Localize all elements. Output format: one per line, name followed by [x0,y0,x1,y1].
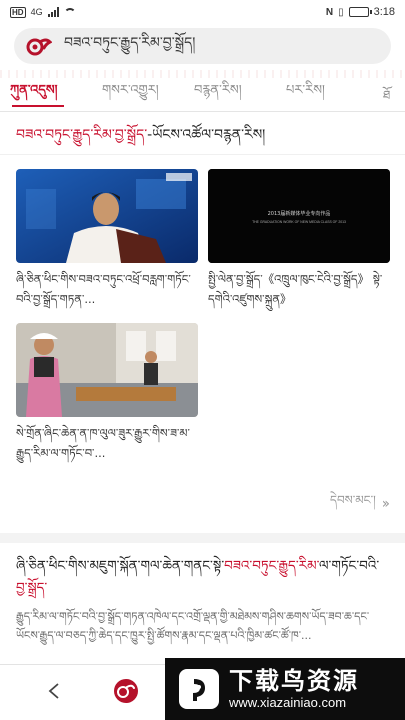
section-divider [0,533,405,543]
video-caption: སྤྱི་ལེན་བྱ་སྒྲོད་《འཁྲུལ་ཁུང་ངེའི་བྱ་སྒྲ… [208,269,390,313]
tabs-more-button[interactable]: ཐོ [383,82,401,116]
watermark-logo-icon [179,669,219,709]
video-card[interactable]: 2013届新媒体毕业专向作品 THE GRADUATION WORK OF NE… [208,169,390,313]
status-bar: HD 4G N ▯ 3:18 [0,0,405,24]
wifi-icon [63,7,76,17]
tab-label: པར་རིས། [286,82,325,98]
watermark-banner: 下载鸟资源 www.xiazainiao.com [165,658,405,720]
section-title: བཟའ་བཏུང་རྒྱུད་རིམ་བྱ་སྒྲོད་-ཡོངས་འཚོལ་བ… [0,112,405,155]
section-title-rest: -ཡོངས་འཚོལ་བརྙན་རིས། [147,127,266,143]
search-bar[interactable]: བཟའ་བཏུང་རྒྱུད་རིམ་བྱ་སྒྲོད། [14,28,391,64]
video-thumbnail[interactable] [16,323,198,417]
app-logo-icon[interactable] [26,36,52,56]
watermark-url: www.xiazainiao.com [229,695,347,710]
video-thumbnail[interactable] [16,169,198,263]
tab-photos[interactable]: པར་རིས། [286,75,378,111]
battery-icon [348,7,372,17]
app-screen: HD 4G N ▯ 3:18 བཟའ་བཏུང་རྒྱུད་རིམ་བྱ་སྒྲ… [0,0,405,720]
app-logo-icon [113,678,139,708]
watermark-texts: 下载鸟资源 www.xiazainiao.com [229,667,359,711]
hd-badge: HD [10,6,26,18]
article-title[interactable]: ཞི་ཅིན་ཕིང་གིས་མཇུག་སྐོན་གལ་ཆེན་གནང་སྟེ་… [0,543,405,605]
more-link[interactable]: དེབས་མང་། ›› [0,467,405,533]
video-card[interactable]: སེ་གྲོན་ཞིང་ཆེན་ན་ཁ་ལུལ་ཟུར་རྒྱུར་གིས་ཟ་… [16,323,198,467]
status-right: N ▯ 3:18 [326,6,395,18]
search-bar-wrap: བཟའ་བཏུང་རྒྱུད་རིམ་བྱ་སྒྲོད། [0,24,405,70]
thumbnail-overlay-line1: 2013届新媒体毕业专向作品 [268,210,331,217]
section-title-highlight: བཟའ་བཏུང་རྒྱུད་རིམ་བྱ་སྒྲོད་ [16,127,148,143]
video-caption: ཞི་ཅིན་ཕིང་གིས་བཟའ་བཏུང་འཕྲོ་བརླག་གཏོང་བ… [16,272,191,306]
video-card[interactable]: ཞི་ཅིན་ཕིང་གིས་བཟའ་བཏུང་འཕྲོ་བརླག་གཏོང་བ… [16,169,198,313]
clock: 3:18 [373,6,395,18]
tab-label: བརྙན་རིས། [194,82,242,98]
caption-text: སྤྱི་ལེན་བྱ་སྒྲོད་《འཁྲུལ་ཁུང་ངེའི་བྱ་སྒྲ… [208,272,383,306]
double-chevron-right-icon: ›› [381,496,390,512]
tab-label: ཀུན་འདུས། [10,82,58,98]
article-title-part: ལ་གཏོང་བའི་ [319,558,380,574]
tab-label: གསར་འགྱུར། [102,82,159,98]
signal-icon [47,7,59,17]
thumbnail-overlay-line2: THE GRADUATION WORK OF NEW MEDIA CLASS O… [252,220,346,224]
back-button[interactable] [26,665,82,720]
status-left: HD 4G [10,6,76,18]
category-tabs: ཀུན་འདུས། གསར་འགྱུར། བརྙན་རིས། པར་རིས། ཐ… [0,70,405,112]
chevron-left-icon [47,682,61,704]
article-title-highlight: བྱ་སྒྲོད་ [16,580,48,596]
search-input[interactable]: བཟའ་བཏུང་རྒྱུད་རིམ་བྱ་སྒྲོད། [64,26,195,66]
tab-news[interactable]: གསར་འགྱུར། [102,75,194,111]
video-caption: སེ་གྲོན་ཞིང་ཆེན་ན་ཁ་ལུལ་ཟུར་རྒྱུར་གིས་ཟ་… [16,426,190,460]
tab-all[interactable]: ཀུན་འདུས། [10,75,102,111]
watermark-text: 下载鸟资源 [229,667,359,695]
vibrate-icon: ▯ [338,6,344,18]
nfc-icon: N [325,6,334,18]
video-grid: ཞི་ཅིན་ཕིང་གིས་བཟའ་བཏུང་འཕྲོ་བརླག་གཏོང་བ… [0,155,405,467]
home-logo-button[interactable] [98,665,154,720]
more-label: དེབས་མང་། [330,493,376,507]
article-title-part: ཞི་ཅིན་ཕིང་གིས་མཇུག་སྐོན་གལ་ཆེན་གནང་སྟེ་ [16,558,225,574]
tab-videos[interactable]: བརྙན་རིས། [194,75,286,111]
network-type: 4G [30,7,43,17]
video-thumbnail[interactable]: 2013届新媒体毕业专向作品 THE GRADUATION WORK OF NE… [208,169,390,263]
article-title-highlight: བཟའ་བཏུང་རྒྱུད་རིམ་ [224,558,319,574]
